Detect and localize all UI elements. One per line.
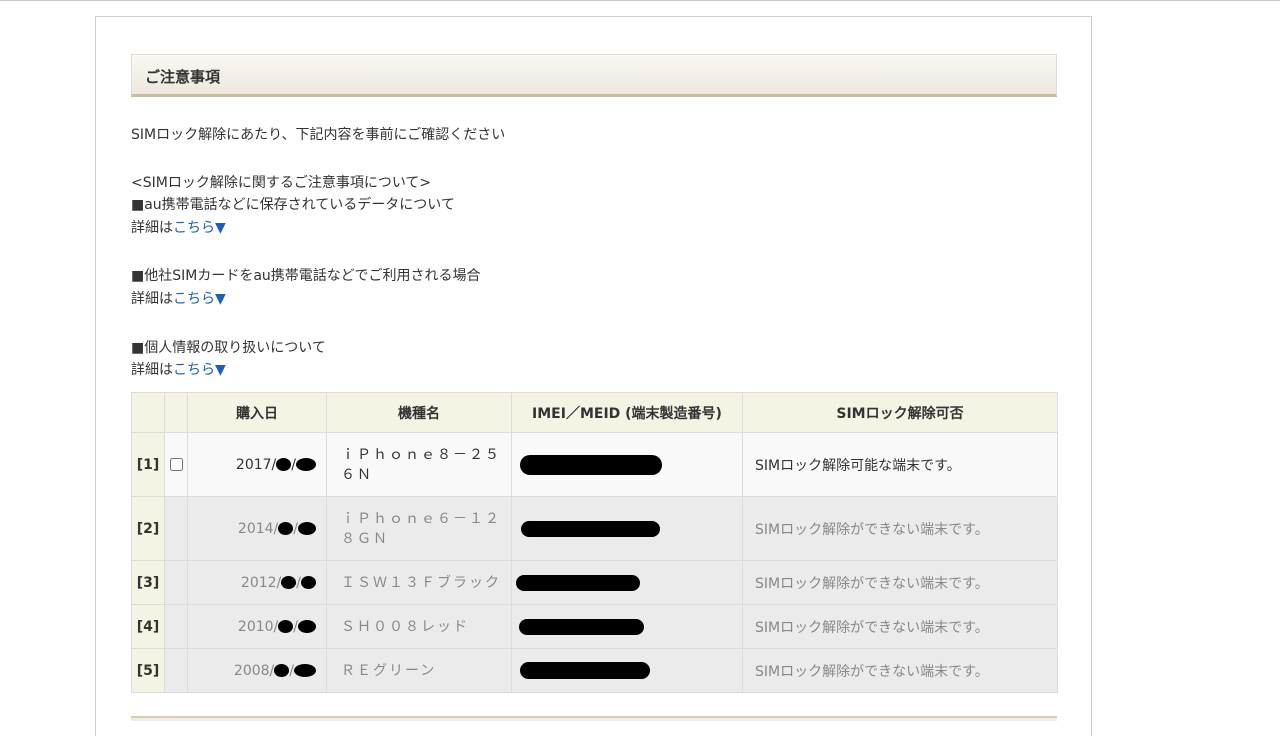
purchase-date: 2010// [187,604,327,649]
redaction-mark [298,620,316,633]
unlock-status: SIMロック解除ができない端末です。 [742,560,1058,605]
imei-cell [511,560,743,605]
date-text: 2014/ [237,520,279,537]
note-title-data: ■au携帯電話などに保存されているデータについて [131,197,455,213]
table-row: [2] 2014// ｉＰｈｏｎｅ６－１２８ＧＮ SIMロック解除ができない端末… [131,496,1058,561]
detail-prefix: 詳細は [131,362,173,378]
row-check-cell [164,648,188,693]
row-number: [5] [131,648,165,693]
imei-cell [511,432,743,497]
next-section-heading-edge [131,716,1057,721]
imei-cell [511,648,743,693]
row-check-cell [164,604,188,649]
imei-redaction [520,454,662,475]
imei-cell [511,604,743,649]
unlock-status: SIMロック解除ができない端末です。 [742,604,1058,649]
header-imei: IMEI／MEID (端末製造番号) [511,392,743,433]
row-number: [1] [131,432,165,497]
top-divider [0,0,1280,1]
purchase-date: 2012// [187,560,327,605]
section-title: ご注意事項 [145,68,221,86]
section-heading: ご注意事項 [131,54,1057,97]
model-name: ＲＥグリーン [326,648,512,693]
redaction-mark [281,576,297,589]
row-check-cell [164,432,188,497]
model-name: ｉＰｈｏｎｅ６－１２８ＧＮ [326,496,512,561]
row-checkbox[interactable] [169,458,183,471]
header-check [164,392,188,433]
note-detail-data: 詳細はこちら▼ [131,217,226,237]
header-sim-unlock: SIMロック解除可否 [742,392,1058,433]
note-title-privacy: ■個人情報の取り扱いについて [131,340,326,356]
row-check-cell [164,560,188,605]
date-text: 2010/ [237,618,279,635]
imei-redaction [519,618,644,635]
redaction-mark [274,664,290,677]
table-row: [4] 2010// ＳＨ００８レッド SIMロック解除ができない端末です。 [131,604,1058,649]
row-number: [4] [131,604,165,649]
model-name: ＳＨ００８レッド [326,604,512,649]
note-title-other-sim: ■他社SIMカードをau携帯電話などでご利用される場合 [131,268,481,284]
imei-redaction [521,520,660,537]
unlock-status: SIMロック解除可能な端末です。 [742,432,1058,497]
detail-link-other-sim[interactable]: こちら▼ [173,291,226,307]
detail-prefix: 詳細は [131,291,173,307]
redaction-mark [278,522,294,535]
redaction-mark [298,522,316,535]
detail-link-data[interactable]: こちら▼ [173,220,226,236]
date-text: 2012/ [240,574,282,591]
note-detail-privacy: 詳細はこちら▼ [131,359,226,379]
notes-heading: <SIMロック解除に関するご注意事項について> [131,175,432,191]
header-purchase-date: 購入日 [187,392,327,433]
imei-redaction [516,574,640,591]
detail-prefix: 詳細は [131,220,173,236]
row-check-cell [164,496,188,561]
date-text: 2017/ [235,456,277,473]
row-number: [2] [131,496,165,561]
table-header-row: 購入日 機種名 IMEI／MEID (端末製造番号) SIMロック解除可否 [131,392,1058,433]
detail-link-privacy[interactable]: こちら▼ [173,362,226,378]
model-name: ｉＰｈｏｎｅ８－２５６Ｎ [326,432,512,497]
purchase-date: 2014// [187,496,327,561]
unlock-status: SIMロック解除ができない端末です。 [742,648,1058,693]
device-table: 購入日 機種名 IMEI／MEID (端末製造番号) SIMロック解除可否 [1… [131,392,1058,693]
table-row: [5] 2008// ＲＥグリーン SIMロック解除ができない端末です。 [131,648,1058,693]
table-row: [3] 2012// ＩＳＷ１３Ｆブラック SIMロック解除ができない端末です。 [131,560,1058,605]
note-detail-other-sim: 詳細はこちら▼ [131,288,226,308]
unlock-status: SIMロック解除ができない端末です。 [742,496,1058,561]
header-num [131,392,165,433]
redaction-mark [278,620,294,633]
imei-redaction [520,662,650,679]
intro-text: SIMロック解除にあたり、下記内容を事前にご確認ください [131,127,506,143]
redaction-mark [296,458,316,471]
purchase-date: 2017// [187,432,327,497]
table-row: [1] 2017// ｉＰｈｏｎｅ８－２５６Ｎ SIMロック解除可能な端末です。 [131,432,1058,497]
redaction-mark [294,664,316,677]
row-number: [3] [131,560,165,605]
redaction-mark [276,458,292,471]
redaction-mark [301,576,316,589]
purchase-date: 2008// [187,648,327,693]
imei-cell [511,496,743,561]
model-name: ＩＳＷ１３Ｆブラック [326,560,512,605]
date-text: 2008/ [233,662,275,679]
header-model-name: 機種名 [326,392,512,433]
